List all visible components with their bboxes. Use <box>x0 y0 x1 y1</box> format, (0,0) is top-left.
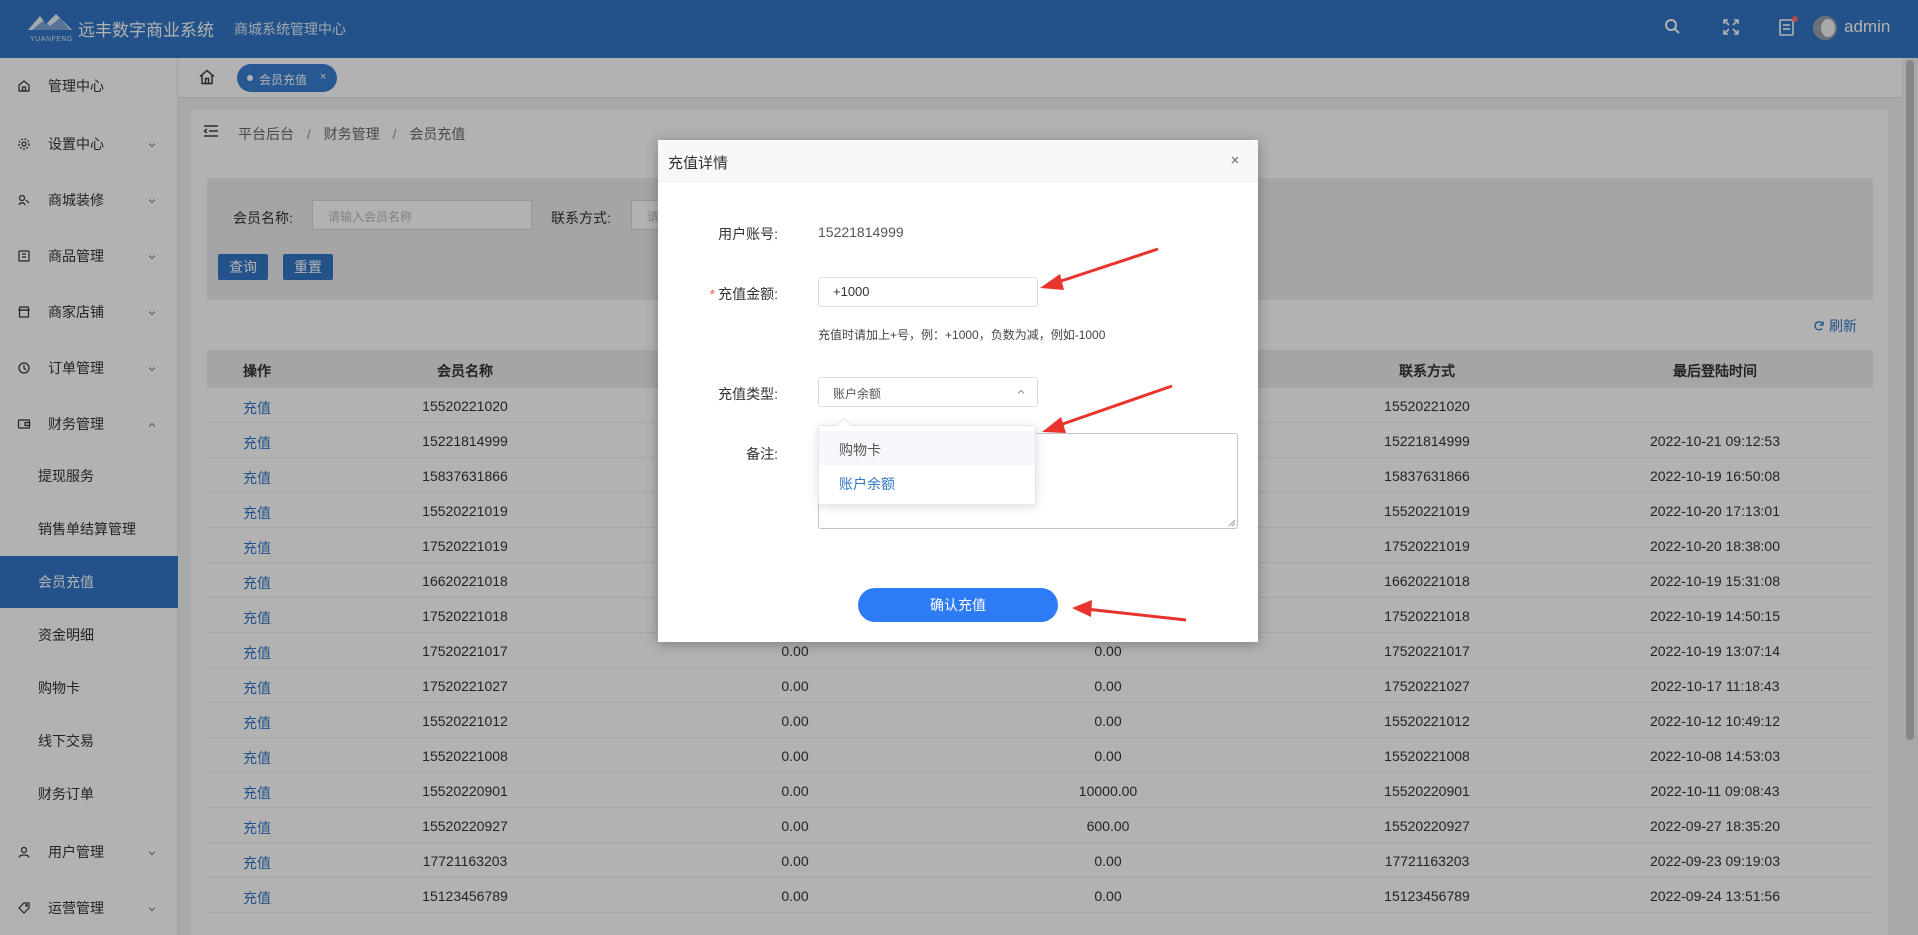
dropdown-caret <box>836 417 852 433</box>
recharge-dialog: 充值详情 × 用户账号: 15221814999 * 充值金额: +1000 充值… <box>658 140 1258 642</box>
type-label: 充值类型: <box>718 386 778 402</box>
amount-hint: 充值时请加上+号，例：+1000，负数为减，例如-1000 <box>818 328 1106 342</box>
amount-label-wrap: * 充值金额: <box>658 284 778 304</box>
amount-label: 充值金额: <box>718 286 778 302</box>
recharge-type-select[interactable]: 账户余额 <box>818 377 1038 407</box>
dialog-header: 充值详情 × <box>658 140 1258 182</box>
account-value: 15221814999 <box>818 224 904 240</box>
recharge-type-dropdown: 购物卡 账户余额 <box>818 417 1036 505</box>
chevron-up-icon <box>1015 386 1027 398</box>
required-mark: * <box>709 286 716 302</box>
confirm-recharge-button[interactable]: 确认充值 <box>858 588 1058 622</box>
option-account-balance[interactable]: 账户余额 <box>819 465 1035 499</box>
close-icon[interactable]: × <box>1226 152 1244 170</box>
account-label: 用户账号: <box>718 226 778 242</box>
select-value: 账户余额 <box>833 387 882 401</box>
dialog-title: 充值详情 <box>668 155 729 172</box>
remark-label: 备注: <box>746 446 778 462</box>
amount-input[interactable]: +1000 <box>818 277 1038 307</box>
option-shopping-card[interactable]: 购物卡 <box>819 431 1035 465</box>
resize-grip-icon[interactable] <box>1228 519 1236 527</box>
